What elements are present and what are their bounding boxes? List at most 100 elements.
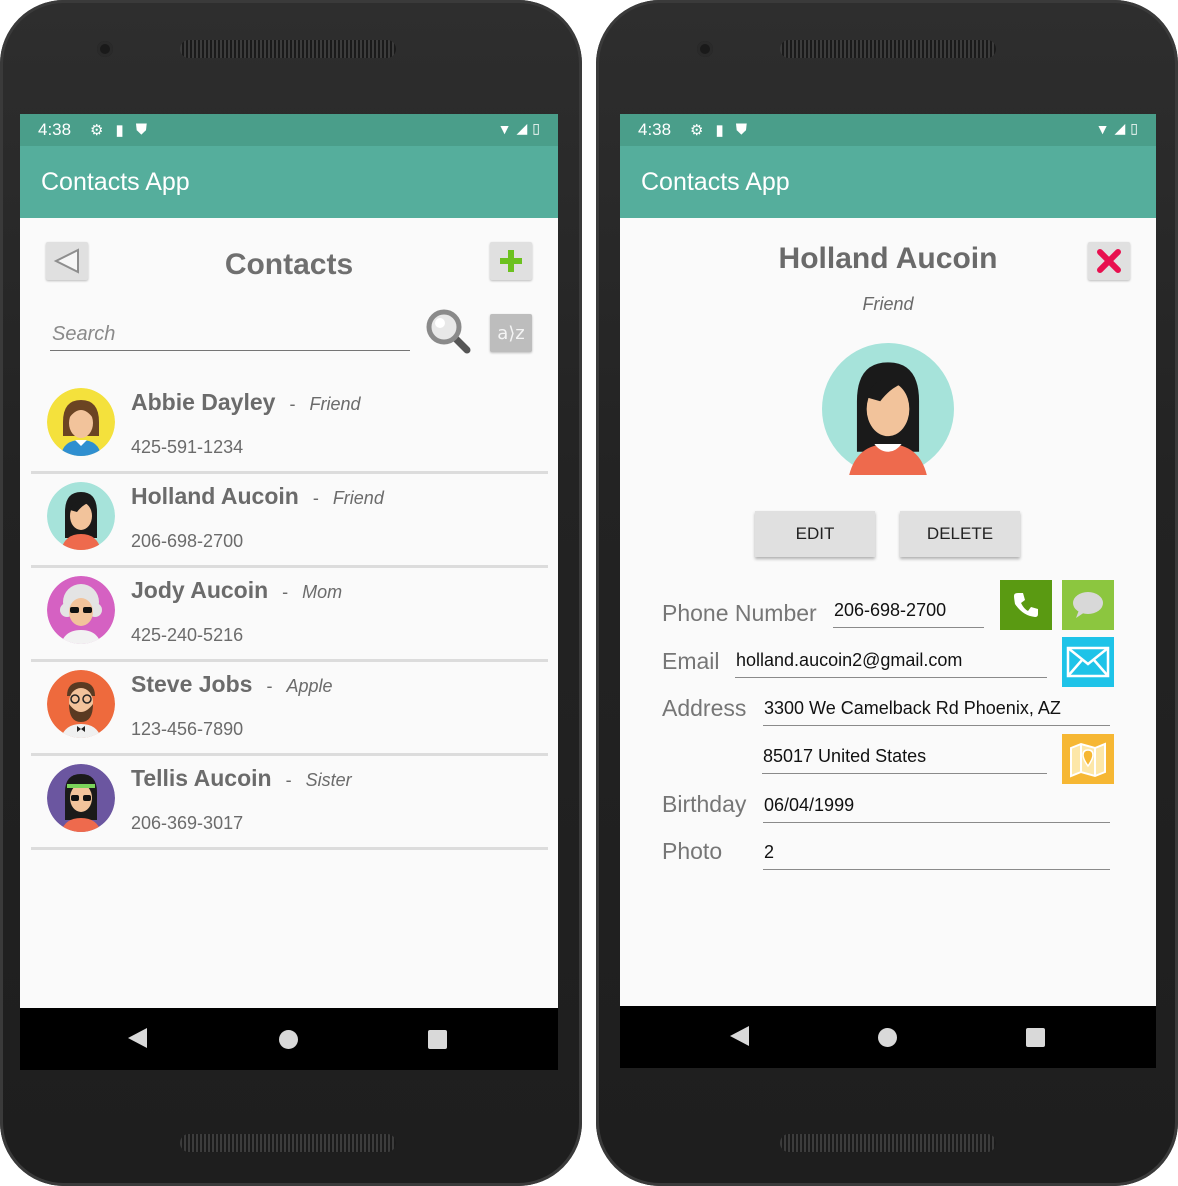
phone-field[interactable]: 206-698-2700	[833, 600, 984, 628]
front-camera	[97, 41, 113, 57]
sd-card-icon: ▮	[115, 122, 124, 139]
contact-phone: 123-456-7890	[131, 719, 244, 739]
contact-name: Abbie Dayley	[131, 389, 276, 415]
contact-relationship: Mom	[302, 582, 343, 602]
sort-az-button[interactable]: a⟩z	[490, 314, 532, 352]
signal-icon: ◢	[1114, 120, 1126, 136]
wifi-icon: ▼	[1095, 120, 1110, 137]
contact-row[interactable]: Tellis Aucoin - Sister 206-369-3017	[31, 753, 548, 850]
chat-bubble-icon	[1073, 592, 1103, 618]
app-bar: Contacts App	[620, 146, 1156, 218]
app-title: Contacts App	[641, 168, 790, 196]
delete-button[interactable]: DELETE	[900, 511, 1020, 557]
email-button[interactable]	[1062, 637, 1114, 687]
contact-row[interactable]: Abbie Dayley - Friend 425-591-1234	[31, 377, 548, 474]
avatar	[47, 670, 115, 738]
birthday-field[interactable]: 06/04/1999	[763, 795, 1110, 823]
add-contact-button[interactable]	[490, 242, 532, 280]
battery-icon: ▯	[532, 120, 540, 136]
magnifier-icon	[426, 309, 471, 354]
contact-phone: 425-240-5216	[131, 625, 244, 645]
status-time: 4:38	[638, 120, 672, 139]
avatar	[47, 576, 115, 644]
contact-relationship: Friend	[862, 294, 914, 314]
shield-icon: ⛊	[735, 121, 747, 138]
contact-phone: 206-698-2700	[131, 531, 244, 551]
battery-icon: ▯	[1130, 120, 1138, 136]
phone-icon	[1014, 593, 1038, 617]
contact-row[interactable]: Steve Jobs - Apple 123-456-7890	[31, 659, 548, 756]
nav-back-icon[interactable]	[730, 1026, 749, 1046]
email-label: Email	[662, 648, 720, 674]
earpiece-speaker	[780, 40, 996, 58]
contact-relationship: Friend	[332, 488, 384, 508]
contact-relationship: Sister	[305, 770, 352, 790]
contact-detail-screen: 4:38 ⚙ ▮ ⛊ ▼ ◢ ▯ Contacts App Holland Au…	[620, 114, 1156, 1068]
contact-name: Tellis Aucoin	[131, 765, 272, 791]
separator: -	[282, 582, 289, 602]
bottom-speaker	[780, 1134, 996, 1152]
separator: -	[312, 488, 319, 508]
page-title: Contacts	[224, 248, 354, 281]
map-button[interactable]	[1062, 734, 1114, 784]
contact-name: Holland Aucoin	[131, 483, 299, 509]
phone-frame-left: 4:38 ⚙ ▮ ⛊ ▼ ◢ ▯ Contacts App Contacts S…	[0, 0, 582, 1186]
status-bar: 4:38 ⚙ ▮ ⛊ ▼ ◢ ▯	[20, 114, 558, 146]
signal-icon: ◢	[516, 120, 528, 136]
photo-field[interactable]: 2	[763, 842, 1110, 870]
bottom-speaker	[180, 1134, 396, 1152]
phone-frame-right: 4:38 ⚙ ▮ ⛊ ▼ ◢ ▯ Contacts App Holland Au…	[596, 0, 1178, 1186]
settings-icon: ⚙	[90, 122, 104, 139]
sd-card-icon: ▮	[715, 122, 724, 139]
address-line2-field[interactable]: 85017 United States	[762, 746, 1047, 774]
envelope-icon	[1066, 646, 1110, 678]
wifi-icon: ▼	[497, 120, 512, 137]
settings-icon: ⚙	[690, 122, 704, 139]
avatar	[47, 388, 115, 456]
earpiece-speaker	[180, 40, 396, 58]
contact-name: Jody Aucoin	[131, 577, 269, 603]
close-button[interactable]	[1088, 242, 1130, 280]
system-nav-bar	[620, 1006, 1156, 1068]
status-time: 4:38	[38, 120, 72, 139]
separator: -	[266, 676, 273, 696]
app-bar: Contacts App	[20, 146, 558, 218]
contact-relationship: Friend	[309, 394, 361, 414]
birthday-label: Birthday	[662, 791, 747, 817]
phone-label: Phone Number	[662, 600, 817, 626]
avatar	[47, 482, 115, 550]
nav-back-icon[interactable]	[128, 1028, 147, 1048]
address-line1-field[interactable]: 3300 We Camelback Rd Phoenix, AZ	[763, 698, 1110, 726]
contact-relationship: Apple	[286, 676, 333, 696]
search-button[interactable]	[424, 308, 472, 354]
contact-phone: 425-591-1234	[131, 437, 244, 457]
close-icon	[1097, 249, 1121, 273]
nav-recents-icon[interactable]	[428, 1030, 447, 1049]
message-button[interactable]	[1062, 580, 1114, 630]
contact-row[interactable]: Jody Aucoin - Mom 425-240-5216	[31, 565, 548, 662]
email-field[interactable]: holland.aucoin2@gmail.com	[735, 650, 1047, 678]
plus-icon	[500, 250, 522, 272]
nav-home-icon[interactable]	[279, 1030, 298, 1049]
address-label: Address	[662, 695, 747, 721]
separator: -	[289, 394, 296, 414]
app-title: Contacts App	[41, 168, 190, 196]
edit-button[interactable]: EDIT	[755, 511, 875, 557]
contact-row[interactable]: Holland Aucoin - Friend 206-698-2700	[31, 471, 548, 568]
avatar	[47, 764, 115, 832]
contact-name-title: Holland Aucoin	[778, 242, 998, 275]
contact-avatar-large	[822, 343, 954, 475]
status-bar: 4:38 ⚙ ▮ ⛊ ▼ ◢ ▯	[620, 114, 1156, 146]
call-button[interactable]	[1000, 580, 1052, 630]
sort-az-icon: a⟩z	[497, 322, 525, 344]
front-camera	[697, 41, 713, 57]
nav-home-icon[interactable]	[878, 1028, 897, 1047]
photo-label: Photo	[662, 838, 723, 864]
nav-recents-icon[interactable]	[1026, 1028, 1045, 1047]
map-icon	[1070, 742, 1106, 778]
separator: -	[285, 770, 292, 790]
contacts-list-screen: 4:38 ⚙ ▮ ⛊ ▼ ◢ ▯ Contacts App Contacts S…	[20, 114, 558, 1070]
contact-phone: 206-369-3017	[131, 813, 244, 833]
system-nav-bar	[20, 1008, 558, 1070]
search-input[interactable]	[50, 318, 410, 351]
